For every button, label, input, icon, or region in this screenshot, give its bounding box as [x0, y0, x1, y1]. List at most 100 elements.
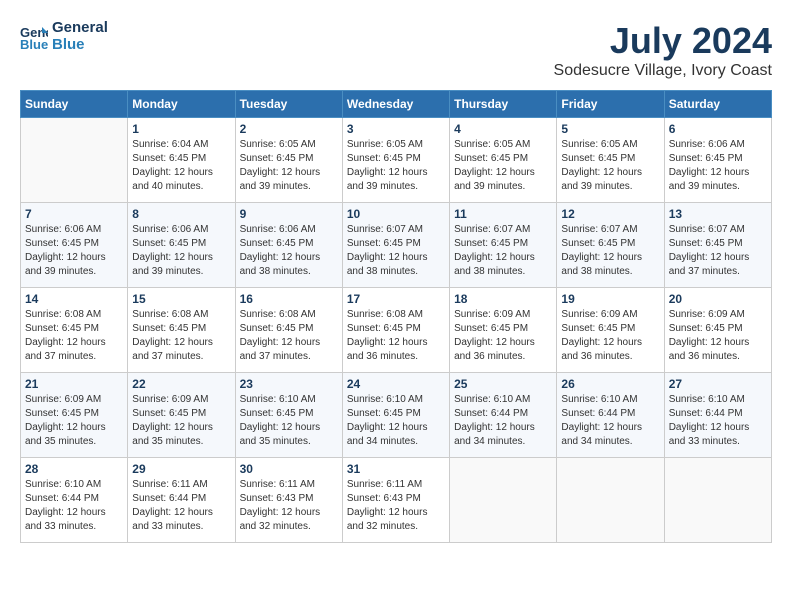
day-info: Sunrise: 6:07 AM Sunset: 6:45 PM Dayligh…	[669, 223, 767, 279]
day-number: 12	[561, 207, 659, 221]
day-number: 4	[454, 122, 552, 136]
day-number: 23	[240, 377, 338, 391]
day-info: Sunrise: 6:09 AM Sunset: 6:45 PM Dayligh…	[25, 393, 123, 449]
logo-icon: General Blue	[20, 23, 48, 51]
day-number: 31	[347, 462, 445, 476]
svg-text:Blue: Blue	[20, 37, 48, 51]
day-info: Sunrise: 6:06 AM Sunset: 6:45 PM Dayligh…	[25, 223, 123, 279]
day-number: 2	[240, 122, 338, 136]
day-number: 18	[454, 292, 552, 306]
day-info: Sunrise: 6:10 AM Sunset: 6:44 PM Dayligh…	[561, 393, 659, 449]
calendar-day-cell	[664, 458, 771, 543]
calendar-week-row: 21Sunrise: 6:09 AM Sunset: 6:45 PM Dayli…	[21, 373, 772, 458]
logo-line2: Blue	[52, 37, 108, 54]
calendar-day-cell: 12 Sunrise: 6:07 AM Sunset: 6:45 PM Dayli…	[557, 203, 664, 288]
day-number: 24	[347, 377, 445, 391]
calendar-day-cell: 5 Sunrise: 6:05 AM Sunset: 6:45 PM Daylig…	[557, 118, 664, 203]
calendar-day-cell	[557, 458, 664, 543]
day-number: 26	[561, 377, 659, 391]
day-info: Sunrise: 6:06 AM Sunset: 6:45 PM Dayligh…	[669, 138, 767, 194]
calendar-table: SundayMondayTuesdayWednesdayThursdayFrid…	[20, 90, 772, 543]
calendar-day-cell: 2Sunrise: 6:05 AM Sunset: 6:45 PM Daylig…	[235, 118, 342, 203]
calendar-day-cell: 28 Sunrise: 6:10 AM Sunset: 6:44 PM Dayli…	[21, 458, 128, 543]
calendar-day-cell: 24Sunrise: 6:10 AM Sunset: 6:45 PM Dayli…	[342, 373, 449, 458]
calendar-day-cell: 10Sunrise: 6:07 AM Sunset: 6:45 PM Dayli…	[342, 203, 449, 288]
calendar-header-cell: Tuesday	[235, 91, 342, 118]
calendar-day-cell: 31 Sunrise: 6:11 AM Sunset: 6:43 PM Dayli…	[342, 458, 449, 543]
day-info: Sunrise: 6:08 AM Sunset: 6:45 PM Dayligh…	[132, 308, 230, 364]
day-info: Sunrise: 6:07 AM Sunset: 6:45 PM Dayligh…	[561, 223, 659, 279]
title-block: July 2024 Sodesucre Village, Ivory Coast	[554, 20, 772, 80]
calendar-day-cell: 30 Sunrise: 6:11 AM Sunset: 6:43 PM Dayli…	[235, 458, 342, 543]
day-info: Sunrise: 6:09 AM Sunset: 6:45 PM Dayligh…	[132, 393, 230, 449]
day-number: 14	[25, 292, 123, 306]
day-number: 10	[347, 207, 445, 221]
day-info: Sunrise: 6:09 AM Sunset: 6:45 PM Dayligh…	[561, 308, 659, 364]
day-info: Sunrise: 6:05 AM Sunset: 6:45 PM Dayligh…	[454, 138, 552, 194]
calendar-header-row: SundayMondayTuesdayWednesdayThursdayFrid…	[21, 91, 772, 118]
day-info: Sunrise: 6:10 AM Sunset: 6:44 PM Dayligh…	[25, 478, 123, 534]
day-info: Sunrise: 6:06 AM Sunset: 6:45 PM Dayligh…	[132, 223, 230, 279]
calendar-week-row: 14 Sunrise: 6:08 AM Sunset: 6:45 PM Dayli…	[21, 288, 772, 373]
calendar-day-cell: 7 Sunrise: 6:06 AM Sunset: 6:45 PM Daylig…	[21, 203, 128, 288]
day-info: Sunrise: 6:11 AM Sunset: 6:43 PM Dayligh…	[240, 478, 338, 534]
calendar-header-cell: Thursday	[450, 91, 557, 118]
day-number: 7	[25, 207, 123, 221]
day-info: Sunrise: 6:05 AM Sunset: 6:45 PM Dayligh…	[561, 138, 659, 194]
day-info: Sunrise: 6:10 AM Sunset: 6:44 PM Dayligh…	[669, 393, 767, 449]
day-info: Sunrise: 6:08 AM Sunset: 6:45 PM Dayligh…	[240, 308, 338, 364]
calendar-week-row: 1 Sunrise: 6:04 AM Sunset: 6:45 PM Daylig…	[21, 118, 772, 203]
day-number: 20	[669, 292, 767, 306]
day-info: Sunrise: 6:07 AM Sunset: 6:45 PM Dayligh…	[454, 223, 552, 279]
day-info: Sunrise: 6:04 AM Sunset: 6:45 PM Dayligh…	[132, 138, 230, 194]
calendar-day-cell: 4 Sunrise: 6:05 AM Sunset: 6:45 PM Daylig…	[450, 118, 557, 203]
calendar-header-cell: Monday	[128, 91, 235, 118]
calendar-body: 1 Sunrise: 6:04 AM Sunset: 6:45 PM Daylig…	[21, 118, 772, 543]
day-number: 17	[347, 292, 445, 306]
calendar-day-cell: 16 Sunrise: 6:08 AM Sunset: 6:45 PM Dayli…	[235, 288, 342, 373]
calendar-header-cell: Friday	[557, 91, 664, 118]
day-number: 16	[240, 292, 338, 306]
calendar-day-cell: 9 Sunrise: 6:06 AM Sunset: 6:45 PM Daylig…	[235, 203, 342, 288]
calendar-day-cell: 14Sunrise: 6:08 AM Sunset: 6:45 PM Dayli…	[21, 288, 128, 373]
calendar-header-cell: Saturday	[664, 91, 771, 118]
calendar-day-cell: 18 Sunrise: 6:09 AM Sunset: 6:45 PM Dayli…	[450, 288, 557, 373]
day-info: Sunrise: 6:09 AM Sunset: 6:45 PM Dayligh…	[454, 308, 552, 364]
day-info: Sunrise: 6:10 AM Sunset: 6:45 PM Dayligh…	[240, 393, 338, 449]
day-number: 28	[25, 462, 123, 476]
day-number: 11	[454, 207, 552, 221]
day-number: 27	[669, 377, 767, 391]
day-info: Sunrise: 6:08 AM Sunset: 6:45 PM Dayligh…	[347, 308, 445, 364]
calendar-day-cell: 25 Sunrise: 6:10 AM Sunset: 6:44 PM Dayli…	[450, 373, 557, 458]
day-number: 19	[561, 292, 659, 306]
day-info: Sunrise: 6:10 AM Sunset: 6:44 PM Dayligh…	[454, 393, 552, 449]
day-number: 3	[347, 122, 445, 136]
page-header: General Blue General Blue July 2024 Sode…	[20, 20, 772, 80]
day-number: 8	[132, 207, 230, 221]
day-number: 5	[561, 122, 659, 136]
month-title: July 2024	[554, 20, 772, 62]
calendar-day-cell: 13 Sunrise: 6:07 AM Sunset: 6:45 PM Dayli…	[664, 203, 771, 288]
location-title: Sodesucre Village, Ivory Coast	[554, 62, 772, 80]
calendar-day-cell: 19 Sunrise: 6:09 AM Sunset: 6:45 PM Dayli…	[557, 288, 664, 373]
day-info: Sunrise: 6:11 AM Sunset: 6:43 PM Dayligh…	[347, 478, 445, 534]
day-number: 22	[132, 377, 230, 391]
calendar-day-cell	[21, 118, 128, 203]
calendar-day-cell: 11 Sunrise: 6:07 AM Sunset: 6:45 PM Dayli…	[450, 203, 557, 288]
day-number: 15	[132, 292, 230, 306]
day-info: Sunrise: 6:11 AM Sunset: 6:44 PM Dayligh…	[132, 478, 230, 534]
calendar-day-cell: 21Sunrise: 6:09 AM Sunset: 6:45 PM Dayli…	[21, 373, 128, 458]
calendar-header-cell: Wednesday	[342, 91, 449, 118]
calendar-day-cell	[450, 458, 557, 543]
logo: General Blue General Blue	[20, 20, 108, 53]
day-info: Sunrise: 6:05 AM Sunset: 6:45 PM Dayligh…	[347, 138, 445, 194]
calendar-day-cell: 1 Sunrise: 6:04 AM Sunset: 6:45 PM Daylig…	[128, 118, 235, 203]
day-number: 1	[132, 122, 230, 136]
day-number: 13	[669, 207, 767, 221]
day-number: 9	[240, 207, 338, 221]
day-number: 6	[669, 122, 767, 136]
day-info: Sunrise: 6:06 AM Sunset: 6:45 PM Dayligh…	[240, 223, 338, 279]
calendar-day-cell: 26 Sunrise: 6:10 AM Sunset: 6:44 PM Dayli…	[557, 373, 664, 458]
day-number: 30	[240, 462, 338, 476]
day-number: 25	[454, 377, 552, 391]
